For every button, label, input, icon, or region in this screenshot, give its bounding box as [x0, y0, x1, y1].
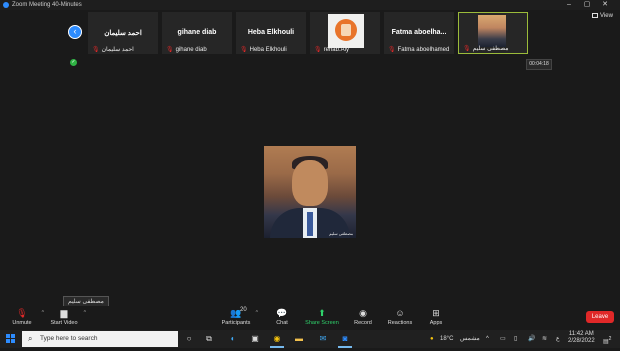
wifi-icon[interactable]: ≋: [542, 330, 547, 348]
maximize-icon[interactable]: ▢: [580, 0, 594, 10]
participant-display-name: Fatma aboelha...: [391, 29, 447, 36]
apps-button[interactable]: ⊞ Apps: [416, 306, 456, 326]
view-label: View: [600, 13, 613, 20]
participant-logo-image: [328, 14, 364, 48]
clock-date: 2/28/2022: [568, 338, 595, 344]
window-title: Zoom Meeting 40-Minutes: [12, 2, 82, 8]
cortana-icon[interactable]: ○: [184, 334, 194, 344]
record-label: Record: [354, 320, 372, 326]
zoom-app-icon[interactable]: ◙: [340, 334, 350, 344]
notification-count: 2: [608, 336, 612, 342]
muted-mic-icon: 🎙: [16, 308, 28, 318]
apps-icon: ⊞: [432, 308, 440, 318]
participant-tile[interactable]: Fatma aboelha... 🎙 Fatma aboelhamed: [384, 12, 454, 54]
battery-icon[interactable]: ▯: [514, 330, 517, 348]
participant-name: rehab.Aly: [323, 47, 349, 53]
muted-mic-icon: 🎙: [388, 47, 396, 53]
participant-tile[interactable]: gihane diab 🎙 gihane diab: [162, 12, 232, 54]
video-options-caret-icon[interactable]: ^: [84, 310, 86, 316]
participant-display-name: gihane diab: [177, 29, 217, 36]
participant-photo: [478, 15, 506, 47]
view-button[interactable]: View: [592, 13, 613, 19]
grid-icon: [592, 13, 598, 18]
share-screen-label: Share Screen: [305, 320, 339, 326]
share-screen-icon: ⬆: [318, 308, 326, 318]
participants-label: Participants: [221, 320, 251, 326]
search-placeholder: Type here to search: [40, 335, 98, 342]
muted-mic-icon: 🎙: [166, 47, 174, 53]
participant-name: Heba Elkhouli: [249, 47, 287, 53]
participant-name: احمد سليمان: [101, 47, 134, 53]
input-language[interactable]: ع: [556, 330, 560, 348]
participant-tile[interactable]: Heba Elkhouli 🎙 Heba Elkhouli: [236, 12, 306, 54]
chrome-icon[interactable]: ◉: [272, 334, 282, 344]
network-icon[interactable]: ▭: [500, 330, 506, 348]
participant-name: Fatma aboelhamed: [397, 47, 450, 53]
start-video-button[interactable]: ▆ Start Video ^: [44, 306, 86, 326]
weather-temperature[interactable]: 18°C: [440, 330, 453, 348]
participants-count: 20: [240, 307, 247, 313]
participant-name: مصطفى سليم: [472, 46, 509, 52]
minimize-icon[interactable]: –: [562, 0, 576, 10]
reactions-label: Reactions: [387, 320, 413, 326]
windows-start-icon[interactable]: [6, 334, 16, 344]
participant-name: gihane diab: [175, 47, 207, 53]
reactions-button[interactable]: ☺ Reactions: [380, 306, 420, 326]
taskbar-search-box[interactable]: ⌕ Type here to search: [22, 331, 178, 347]
previous-page-button[interactable]: ‹: [68, 25, 82, 39]
unmute-button[interactable]: 🎙 Unmute ^: [2, 306, 44, 326]
task-view-icon[interactable]: ⧉: [204, 334, 214, 344]
leave-button[interactable]: Leave: [586, 311, 614, 323]
meeting-timer: 00:04:18: [526, 59, 552, 70]
system-clock[interactable]: 11:42 AM 2/28/2022: [568, 331, 595, 345]
weather-condition[interactable]: مشمس: [460, 330, 480, 348]
participant-tile-active[interactable]: 🎙 مصطفى سليم: [458, 12, 528, 54]
title-bar: Zoom Meeting 40-Minutes – ▢ ✕: [0, 0, 620, 10]
chat-icon: 💬: [276, 308, 288, 318]
store-icon[interactable]: ▣: [250, 334, 260, 344]
chat-label: Chat: [276, 320, 288, 326]
video-caption: مصطفى سليم: [329, 231, 353, 236]
muted-mic-icon: 🎙: [240, 47, 248, 53]
participant-tile[interactable]: احمد سليمان 🎙 احمد سليمان: [88, 12, 158, 54]
volume-icon[interactable]: 🔊: [528, 330, 535, 348]
participants-button[interactable]: 👥 20 Participants ^: [216, 306, 258, 326]
reactions-icon: ☺: [395, 308, 405, 318]
apps-label: Apps: [429, 320, 443, 326]
close-icon[interactable]: ✕: [598, 0, 612, 10]
mail-icon[interactable]: ✉: [318, 334, 328, 344]
participants-icon: 👥: [230, 308, 242, 318]
muted-mic-icon: 🎙: [92, 47, 100, 53]
start-video-label: Start Video: [50, 320, 78, 326]
muted-mic-icon: 🎙: [463, 46, 471, 52]
weather-sun-icon[interactable]: ●: [430, 330, 434, 348]
meeting-controls: 🎙 Unmute ^ ▆ Start Video ^ 👥 20 Particip…: [0, 306, 620, 330]
zoom-logo-icon: [3, 2, 9, 8]
encryption-shield-icon[interactable]: ✓: [70, 59, 77, 66]
file-explorer-icon[interactable]: ▬: [294, 334, 304, 344]
participant-display-name: Heba Elkhouli: [247, 29, 295, 36]
main-speaker-video: مصطفى سليم: [264, 146, 356, 238]
windows-taskbar: ⌕ Type here to search ○ ⧉ ◐ ▣ ◉ ▬ ✉ ◙ ● …: [0, 330, 620, 348]
video-off-icon: ▆: [60, 308, 68, 318]
record-button[interactable]: ◉ Record: [343, 306, 383, 326]
show-hidden-icons-caret[interactable]: ^: [486, 330, 489, 348]
muted-mic-icon: 🎙: [314, 47, 322, 53]
share-screen-button[interactable]: ⬆ Share Screen: [302, 306, 342, 326]
participant-display-name: احمد سليمان: [104, 30, 142, 37]
unmute-label: Unmute: [12, 320, 32, 326]
edge-browser-icon[interactable]: ◐: [228, 334, 238, 344]
chat-button[interactable]: 💬 Chat: [262, 306, 302, 326]
participant-tile[interactable]: 🎙 rehab.Aly: [310, 12, 380, 54]
search-icon: ⌕: [28, 334, 33, 343]
clock-time: 11:42 AM: [568, 331, 594, 337]
participants-caret-icon[interactable]: ^: [256, 310, 258, 316]
record-icon: ◉: [359, 308, 367, 318]
